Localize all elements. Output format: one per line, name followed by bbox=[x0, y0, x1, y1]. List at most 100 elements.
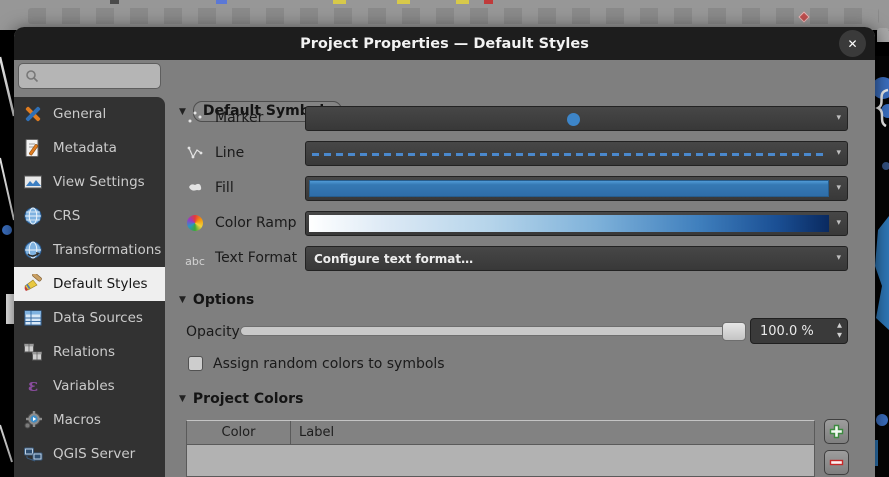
background-toolbar-icons bbox=[28, 8, 879, 24]
sidebar-item-label: Relations bbox=[53, 344, 115, 360]
sidebar-item-label: CRS bbox=[53, 208, 80, 224]
abc-text-icon: abc bbox=[183, 249, 207, 273]
line-symbol-preview bbox=[312, 153, 825, 156]
text-format-dropdown[interactable]: Configure text format… ▾ bbox=[305, 246, 848, 271]
table-header-row: Color Label bbox=[187, 421, 814, 445]
background-toolbar bbox=[0, 0, 889, 30]
random-colors-checkbox[interactable] bbox=[188, 356, 203, 371]
spinbox-arrows: ▲ ▼ bbox=[837, 321, 842, 340]
section-title: Options bbox=[193, 292, 254, 308]
sidebar-item-macros[interactable]: Macros bbox=[14, 403, 165, 437]
epsilon-icon: ε bbox=[22, 375, 44, 397]
collapse-arrow-icon: ▼ bbox=[179, 394, 186, 404]
sidebar-nav: General Metadata View Settings CRS Trans… bbox=[14, 97, 165, 477]
minus-icon bbox=[829, 455, 844, 470]
background-icon-fragment bbox=[333, 0, 346, 4]
text-format-value: Configure text format… bbox=[314, 247, 473, 271]
sidebar-item-label: Variables bbox=[53, 378, 115, 394]
background-icon-fragment bbox=[397, 0, 410, 4]
search-input[interactable] bbox=[39, 69, 139, 84]
section-options[interactable]: ▼ Options bbox=[179, 292, 254, 308]
plus-icon bbox=[829, 424, 844, 439]
map-features-right bbox=[874, 56, 889, 477]
opacity-label: Opacity bbox=[186, 324, 240, 340]
screen: Project Properties — Default Styles ✕ Ge… bbox=[0, 0, 889, 477]
spin-up-icon[interactable]: ▲ bbox=[837, 321, 842, 330]
color-wheel-icon bbox=[183, 211, 207, 235]
close-button[interactable]: ✕ bbox=[839, 30, 866, 57]
color-ramp-preview bbox=[309, 215, 829, 232]
sidebar-item-label: Transformations bbox=[53, 242, 161, 258]
section-title: Project Colors bbox=[193, 391, 304, 407]
line-symbol-dropdown[interactable]: ▾ bbox=[305, 141, 848, 166]
dialog-title: Project Properties — Default Styles bbox=[300, 36, 589, 52]
sidebar-item-label: View Settings bbox=[53, 174, 145, 190]
project-properties-dialog: Project Properties — Default Styles ✕ Ge… bbox=[14, 27, 875, 477]
metadata-document-icon bbox=[22, 137, 44, 159]
fill-symbol-preview bbox=[309, 180, 829, 197]
sidebar-search[interactable] bbox=[18, 63, 161, 89]
fill-label: Fill bbox=[215, 180, 234, 196]
paintbrush-icon bbox=[22, 273, 44, 295]
opacity-value: 100.0 % bbox=[760, 324, 814, 339]
chevron-down-icon: ▾ bbox=[836, 148, 841, 158]
map-features-left bbox=[0, 30, 14, 477]
random-colors-label: Assign random colors to symbols bbox=[213, 356, 445, 372]
chevron-down-icon: ▾ bbox=[836, 113, 841, 123]
background-panel-edge bbox=[877, 28, 889, 42]
column-header-label: Label bbox=[291, 421, 814, 444]
background-icon-fragment bbox=[456, 0, 469, 4]
sidebar-item-transformations[interactable]: Transformations bbox=[14, 233, 165, 267]
tools-icon bbox=[22, 103, 44, 125]
column-header-color: Color bbox=[187, 421, 291, 444]
globe-icon bbox=[22, 205, 44, 227]
sidebar-item-data-sources[interactable]: Data Sources bbox=[14, 301, 165, 335]
add-color-button[interactable] bbox=[824, 419, 849, 444]
color-ramp-label: Color Ramp bbox=[215, 215, 297, 231]
sidebar-item-relations[interactable]: Relations bbox=[14, 335, 165, 369]
sidebar-item-crs[interactable]: CRS bbox=[14, 199, 165, 233]
sidebar-item-label: QGIS Server bbox=[53, 446, 135, 462]
sidebar-item-default-styles[interactable]: Default Styles bbox=[14, 267, 165, 301]
relations-tables-icon bbox=[22, 341, 44, 363]
background-icon-fragment bbox=[484, 0, 493, 4]
sidebar-item-label: Metadata bbox=[53, 140, 117, 156]
sidebar-item-label: General bbox=[53, 106, 106, 122]
opacity-spinbox[interactable]: 100.0 % ▲ ▼ bbox=[750, 318, 848, 344]
fill-polygon-icon bbox=[183, 176, 207, 200]
map-canvas-left-edge bbox=[0, 30, 14, 477]
marker-symbol-preview bbox=[567, 113, 580, 126]
marker-symbol-dropdown[interactable]: ▾ bbox=[305, 106, 848, 131]
sidebar-item-variables[interactable]: ε Variables bbox=[14, 369, 165, 403]
line-polyline-icon bbox=[183, 141, 207, 165]
section-project-colors[interactable]: ▼ Project Colors bbox=[179, 391, 303, 407]
spin-down-icon[interactable]: ▼ bbox=[837, 331, 842, 340]
collapse-arrow-icon: ▼ bbox=[179, 295, 186, 305]
chevron-down-icon: ▾ bbox=[836, 218, 841, 228]
chevron-down-icon: ▾ bbox=[836, 183, 841, 193]
fill-symbol-dropdown[interactable]: ▾ bbox=[305, 176, 848, 201]
text-format-label: Text Format bbox=[215, 250, 297, 266]
marker-points-icon bbox=[183, 106, 207, 130]
sidebar-item-view-settings[interactable]: View Settings bbox=[14, 165, 165, 199]
gear-play-icon bbox=[22, 409, 44, 431]
line-label: Line bbox=[215, 145, 244, 161]
sidebar-item-metadata[interactable]: Metadata bbox=[14, 131, 165, 165]
server-computers-icon bbox=[22, 443, 44, 465]
sidebar-item-qgis-server[interactable]: QGIS Server bbox=[14, 437, 165, 471]
globe-transform-icon bbox=[22, 239, 44, 261]
picture-icon bbox=[22, 171, 44, 193]
background-icon-fragment bbox=[110, 0, 119, 4]
remove-color-button[interactable] bbox=[824, 450, 849, 475]
background-icon-fragment bbox=[216, 0, 227, 4]
sidebar-item-general[interactable]: General bbox=[14, 97, 165, 131]
sidebar-item-label: Macros bbox=[53, 412, 101, 428]
sidebar: General Metadata View Settings CRS Trans… bbox=[14, 60, 165, 477]
map-canvas-right-edge bbox=[874, 56, 889, 477]
color-ramp-dropdown[interactable]: ▾ bbox=[305, 211, 848, 236]
opacity-slider[interactable] bbox=[240, 326, 746, 336]
table-icon bbox=[22, 307, 44, 329]
marker-label: Marker bbox=[215, 110, 263, 126]
opacity-slider-handle[interactable] bbox=[722, 322, 746, 341]
dialog-titlebar[interactable]: Project Properties — Default Styles ✕ bbox=[14, 27, 875, 60]
